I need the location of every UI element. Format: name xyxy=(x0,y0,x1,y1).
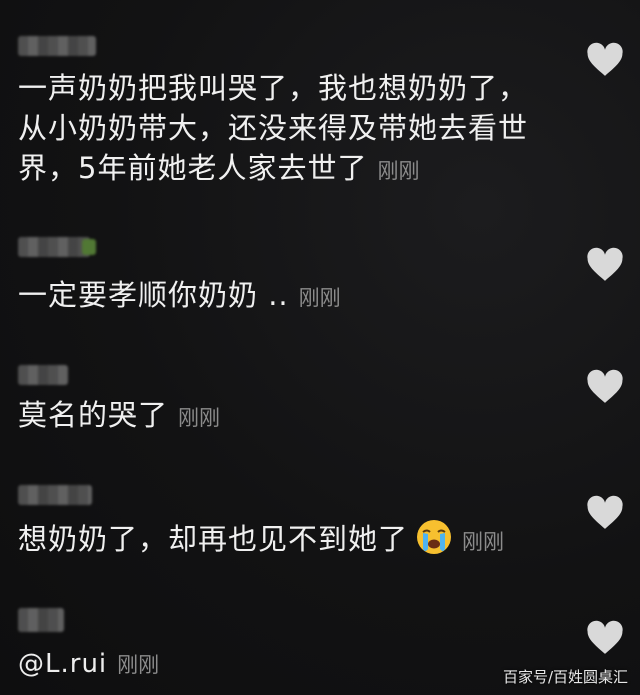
username-blurred[interactable] xyxy=(18,485,92,505)
comment-text: 一定要孝顺你奶奶 .. 刚刚 xyxy=(18,275,580,318)
mention-link[interactable]: @L.rui xyxy=(18,649,107,679)
comment-item[interactable]: 想奶奶了，却再也见不到她了 刚刚 xyxy=(0,475,640,600)
comment-time: 刚刚 xyxy=(462,530,505,554)
comment-item[interactable]: 一定要孝顺你奶奶 .. 刚刚 xyxy=(0,215,640,345)
username-blurred[interactable] xyxy=(18,36,96,56)
username-blurred[interactable] xyxy=(18,237,96,257)
comment-text-content: 莫名的哭了 xyxy=(18,398,169,432)
comment-item[interactable]: 一声奶奶把我叫哭了，我也想奶奶了， 从小奶奶带大，还没来得及带她去看世 界，5年… xyxy=(0,0,640,215)
comment-text-content: 想奶奶了，却再也见不到她了 xyxy=(18,522,409,556)
comment-text: 一声奶奶把我叫哭了，我也想奶奶了， 从小奶奶带大，还没来得及带她去看世 界，5年… xyxy=(18,68,580,191)
comment-text: 莫名的哭了 刚刚 xyxy=(18,395,580,438)
comment-time: 刚刚 xyxy=(377,159,420,183)
comment-text-line: 从小奶奶带大，还没来得及带她去看世 xyxy=(18,111,529,145)
comment-text-line: 界，5年前她老人家去世了 xyxy=(18,151,368,185)
comment-text-content: 一定要孝顺你奶奶 .. xyxy=(18,278,289,312)
comment-text: @L.rui 刚刚 xyxy=(18,644,580,685)
heart-icon[interactable] xyxy=(586,369,624,405)
comment-text: 想奶奶了，却再也见不到她了 刚刚 xyxy=(18,519,580,562)
comment-text-line: 一声奶奶把我叫哭了，我也想奶奶了， xyxy=(18,71,529,105)
heart-icon[interactable] xyxy=(586,247,624,283)
comment-time: 刚刚 xyxy=(178,406,221,430)
comment-time: 刚刚 xyxy=(117,653,160,677)
heart-icon[interactable] xyxy=(586,42,624,78)
watermark: 百家号/百姓圆桌汇 xyxy=(502,668,628,686)
heart-icon[interactable] xyxy=(586,620,624,656)
loudly-crying-face-emoji xyxy=(417,520,452,554)
username-blurred[interactable] xyxy=(18,608,64,632)
comment-time: 刚刚 xyxy=(298,286,341,310)
heart-icon[interactable] xyxy=(586,495,624,531)
comment-item[interactable]: 莫名的哭了 刚刚 xyxy=(0,345,640,475)
username-blurred[interactable] xyxy=(18,365,68,385)
